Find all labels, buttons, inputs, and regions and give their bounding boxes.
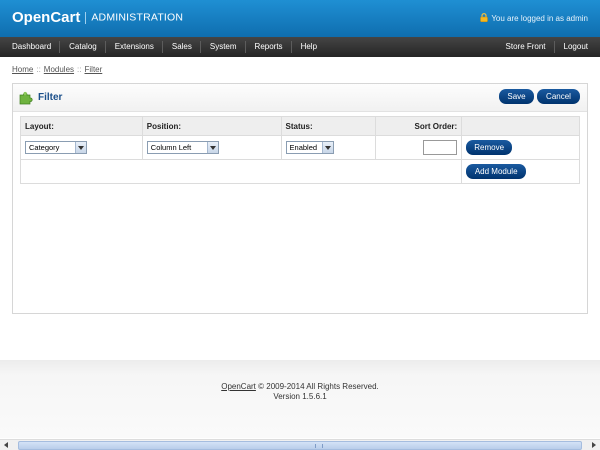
brand-name: OpenCart: [12, 9, 81, 26]
sort-order-input[interactable]: [423, 140, 458, 155]
chevron-down-icon: [321, 142, 333, 153]
login-info: You are logged in as admin: [480, 13, 588, 23]
layout-select[interactable]: Category: [25, 141, 87, 154]
menu-item-system[interactable]: System: [201, 37, 246, 57]
header-status: Status:: [280, 116, 377, 136]
save-button[interactable]: Save: [499, 89, 534, 104]
header-position: Position:: [141, 116, 282, 136]
footer-opencart-link[interactable]: OpenCart: [221, 382, 256, 391]
position-select-value: Column Left: [150, 143, 192, 152]
layout-cell: Category: [20, 135, 143, 160]
add-module-cell: Add Module: [461, 159, 580, 184]
login-text: You are logged in as admin: [491, 14, 588, 23]
menu-item-extensions[interactable]: Extensions: [106, 37, 164, 57]
breadcrumb-filter[interactable]: Filter: [85, 65, 103, 74]
footer: OpenCart © 2009-2014 All Rights Reserved…: [0, 360, 600, 438]
table-row: Category Column Left Enabled Remove: [20, 135, 580, 160]
status-select-value: Enabled: [289, 143, 318, 152]
scrollbar-thumb[interactable]: [18, 441, 582, 450]
layout-select-value: Category: [29, 143, 60, 152]
grip-icon: [315, 444, 323, 448]
box-heading: Filter Save Cancel: [13, 84, 587, 112]
menu-item-dashboard[interactable]: Dashboard: [12, 37, 61, 57]
position-select[interactable]: Column Left: [146, 141, 219, 154]
header-layout: Layout:: [20, 116, 143, 136]
breadcrumb-modules[interactable]: Modules: [44, 65, 74, 74]
empty-cell: [19, 159, 463, 184]
position-cell: Column Left: [141, 135, 282, 160]
status-select[interactable]: Enabled: [285, 141, 334, 154]
chevron-down-icon: [206, 142, 218, 153]
module-box: Filter Save Cancel Layout: Position: Sta…: [12, 83, 588, 314]
breadcrumb: Home:: Modules:: Filter: [12, 65, 102, 74]
breadcrumb-separator: ::: [36, 65, 41, 74]
breadcrumb-home[interactable]: Home: [12, 65, 33, 74]
menu-item-help[interactable]: Help: [292, 37, 326, 57]
status-cell: Enabled: [280, 135, 377, 160]
sort-order-cell: [375, 135, 463, 160]
menu-item-reports[interactable]: Reports: [246, 37, 292, 57]
logo-divider: [85, 11, 87, 24]
cancel-button[interactable]: Cancel: [537, 89, 580, 104]
main-menu: Dashboard Catalog Extensions Sales Syste…: [0, 37, 600, 57]
lock-icon: [480, 13, 489, 22]
footer-version: Version 1.5.6.1: [273, 392, 327, 401]
menu-item-catalog[interactable]: Catalog: [60, 37, 106, 57]
menu-item-logout[interactable]: Logout: [555, 37, 588, 57]
menu-item-sales[interactable]: Sales: [163, 37, 201, 57]
logo[interactable]: OpenCart ADMINISTRATION: [12, 9, 183, 26]
horizontal-scrollbar[interactable]: [0, 439, 600, 450]
add-module-button[interactable]: Add Module: [466, 164, 527, 179]
remove-button[interactable]: Remove: [466, 140, 513, 155]
breadcrumb-separator: ::: [77, 65, 82, 74]
page-title: Filter: [38, 92, 63, 103]
module-puzzle-icon: [19, 91, 33, 105]
header-sort-order: Sort Order:: [375, 116, 463, 136]
menu-item-store-front[interactable]: Store Front: [497, 37, 555, 57]
header-bar: OpenCart ADMINISTRATION You are logged in…: [0, 0, 600, 37]
chevron-down-icon: [75, 142, 86, 153]
admin-label: ADMINISTRATION: [91, 11, 184, 24]
footer-copyright: OpenCart © 2009-2014 All Rights Reserved…: [0, 382, 600, 391]
module-table: Layout: Position: Status: Sort Order: Ca…: [19, 116, 580, 184]
table-footer-row: Add Module: [19, 159, 580, 184]
remove-cell: Remove: [461, 135, 580, 160]
header-action: [461, 116, 580, 136]
scroll-left-icon[interactable]: [4, 442, 8, 448]
scroll-right-icon[interactable]: [592, 442, 596, 448]
footer-copyright-text: © 2009-2014 All Rights Reserved.: [258, 382, 379, 391]
